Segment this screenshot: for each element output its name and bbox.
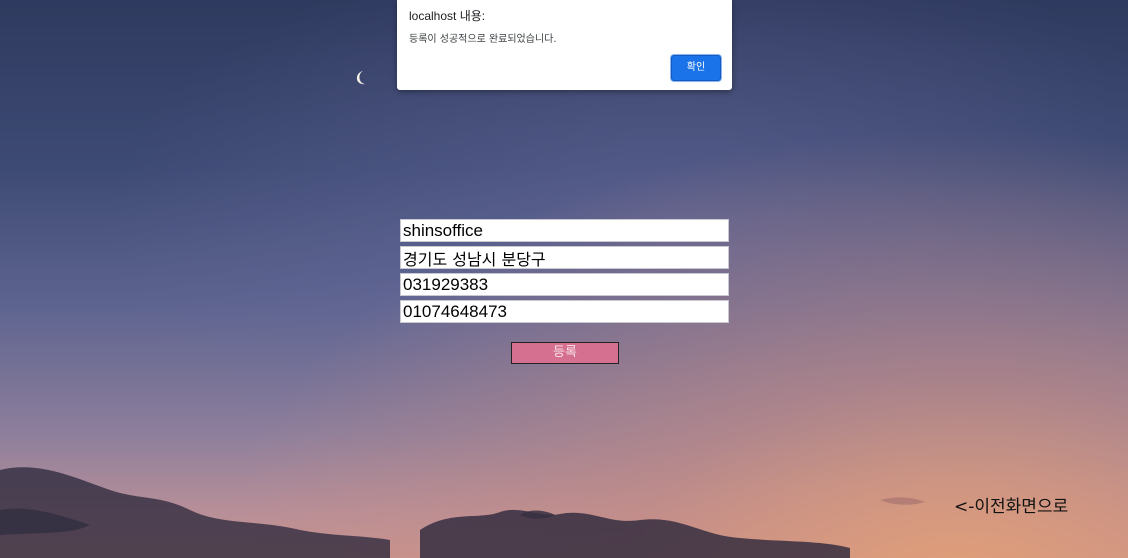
dialog-ok-button[interactable]: 확인 [671,55,721,81]
address-input[interactable] [400,246,729,269]
dialog-title: localhost 내용: [409,9,486,23]
name-input[interactable] [400,219,729,242]
register-button[interactable]: 등록 [511,342,619,364]
crescent-moon-image [356,71,365,85]
alert-dialog: localhost 내용: 등록이 성공적으로 완료되었습니다. 확인 [397,0,732,90]
phone-input[interactable] [400,273,729,296]
back-link[interactable]: <-이전화면으로 [954,492,1068,517]
mobile-input[interactable] [400,300,729,323]
dialog-message: 등록이 성공적으로 완료되었습니다. [409,34,557,45]
